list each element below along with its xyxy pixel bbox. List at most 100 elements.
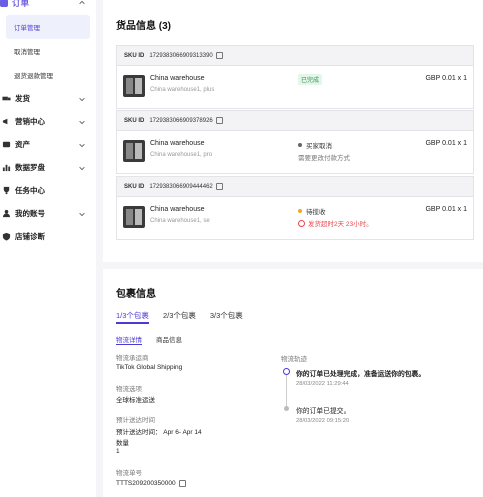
product-thumbnail xyxy=(123,140,145,162)
product-thumbnail xyxy=(123,206,145,228)
timeline-line xyxy=(286,375,287,410)
product-price: GBP 0.01 x 1 xyxy=(425,206,467,213)
sidebar-item-my-account[interactable]: 我的账号 xyxy=(0,202,96,225)
tracking-number-value: TTTS209200350000 xyxy=(116,480,176,487)
tracking-event: 你的订单已处理完成，准备运送你的包裹。 xyxy=(296,371,426,378)
chevron-down-icon xyxy=(76,162,88,174)
sidebar-item-assets[interactable]: 资产 xyxy=(0,133,96,156)
sidebar-item-label: 资产 xyxy=(15,140,30,149)
sidebar-item-task-center[interactable]: 任务中心 xyxy=(0,179,96,202)
tab-product-info[interactable]: 商品信息 xyxy=(156,334,182,345)
copy-icon[interactable] xyxy=(215,183,223,190)
product-price: GBP 0.01 x 1 xyxy=(425,75,467,82)
copy-icon[interactable] xyxy=(215,117,223,124)
product-name: China warehouse xyxy=(150,140,205,147)
tracking-event-time: 28/03/2022 11:29:44 xyxy=(296,381,349,387)
status-warning: 发货超时2天 23小时。 xyxy=(298,218,373,228)
status-badge: 已完成 xyxy=(298,74,323,85)
product-price: GBP 0.01 x 1 xyxy=(425,140,467,147)
product-variant: China warehouse1, plus xyxy=(150,87,215,93)
sidebar-item-label: 营销中心 xyxy=(15,117,45,126)
sidebar-item-label: 我的账号 xyxy=(15,209,45,218)
tab-package-2[interactable]: 2/3个包裹 xyxy=(163,310,196,324)
goods-card: 货品信息 (3) SKU ID 1729383066909313390 China… xyxy=(103,0,483,262)
wallet-icon xyxy=(1,140,11,150)
tab-logistics-details[interactable]: 物流详情 xyxy=(116,334,142,345)
goods-title: 货品信息 (3) xyxy=(116,21,171,32)
chart-icon xyxy=(1,163,11,173)
carrier-label: 物流承运商 xyxy=(116,355,149,362)
package-card xyxy=(103,269,483,497)
product-name: China warehouse xyxy=(150,206,205,213)
eta-value: 预计送达时间： Apr 6- Apr 14 xyxy=(116,429,202,436)
sku-id: 1729383066909313390 xyxy=(149,52,213,59)
chevron-down-icon xyxy=(76,139,88,151)
copy-icon[interactable] xyxy=(215,52,223,59)
tab-package-1[interactable]: 1/3个包裹 xyxy=(116,310,149,324)
product-name: China warehouse xyxy=(150,75,205,82)
tracking-number: TTTS209200350000 xyxy=(116,480,186,487)
status-label: 买家取消 xyxy=(298,140,332,150)
sidebar: 订单 订单管理 取消管理 退货退款管理 发货 营销中心 资产 数据罗盘 任务中心… xyxy=(0,0,96,497)
sidebar-item-label: 数据罗盘 xyxy=(15,163,45,172)
shield-icon xyxy=(1,232,11,242)
sidebar-item-store-diagnosis[interactable]: 店铺诊断 xyxy=(0,225,96,248)
status-detail: 需要更改付款方式 xyxy=(298,155,350,162)
sidebar-item-data-compass[interactable]: 数据罗盘 xyxy=(0,156,96,179)
main-content: 货品信息 (3) SKU ID 1729383066909313390 China… xyxy=(103,0,483,497)
status-label: 待揽收 xyxy=(298,206,326,216)
tab-package-3[interactable]: 3/3个包裹 xyxy=(210,310,243,324)
user-icon xyxy=(1,209,11,219)
sidebar-item-shipping[interactable]: 发货 xyxy=(0,87,96,110)
tracking-number-label: 物流单号 xyxy=(116,470,142,477)
sku-id: 1729383066909444462 xyxy=(149,183,213,190)
shipping-option-value: 全球标准运送 xyxy=(116,397,155,404)
product-variant: China warehouse1, se xyxy=(150,218,210,224)
chevron-up-icon xyxy=(76,0,88,9)
status-text: 买家取消 xyxy=(306,143,332,150)
product-thumbnail xyxy=(123,75,145,97)
quantity-label: 数量 xyxy=(116,440,129,447)
sku-id-label: SKU ID xyxy=(124,52,145,59)
timeline-dot xyxy=(284,406,289,411)
sku-block: SKU ID 1729383066909378926 China warehous… xyxy=(116,110,474,174)
sidebar-subitem-returns[interactable]: 退货退款管理 xyxy=(0,63,96,87)
tracking-event-time: 28/03/2022 09:15:20 xyxy=(296,418,350,424)
clock-warning-icon xyxy=(298,219,305,227)
copy-icon[interactable] xyxy=(178,480,186,487)
sku-id-label: SKU ID xyxy=(124,117,145,124)
sidebar-subitem-order-management[interactable]: 订单管理 xyxy=(6,15,90,39)
package-title: 包裹信息 xyxy=(116,289,156,300)
tracking-title: 物流轨迹 xyxy=(281,356,307,363)
timeline-dot-active xyxy=(283,368,290,375)
sidebar-item-label: 发货 xyxy=(15,94,30,103)
tracking-event: 你的订单已提交。 xyxy=(296,408,351,415)
sku-id-label: SKU ID xyxy=(124,183,145,190)
status-dot-icon xyxy=(298,209,302,213)
chevron-down-icon xyxy=(76,93,88,105)
sidebar-subitem-cancellation[interactable]: 取消管理 xyxy=(0,39,96,63)
sidebar-item-label: 店铺诊断 xyxy=(15,232,45,241)
product-variant: China warehouse1, pro xyxy=(150,152,213,158)
sidebar-item-marketing[interactable]: 营销中心 xyxy=(0,110,96,133)
sidebar-item-label: 订单 xyxy=(12,0,30,8)
status-text: 待揽收 xyxy=(306,209,326,216)
carrier-value: TikTok Global Shipping xyxy=(116,364,183,371)
order-icon xyxy=(0,0,8,7)
shipping-option-label: 物流选项 xyxy=(116,386,142,393)
chevron-down-icon xyxy=(76,208,88,220)
sku-block: SKU ID 1729383066909444462 China warehous… xyxy=(116,176,474,240)
package-tabs: 1/3个包裹 2/3个包裹 3/3个包裹 xyxy=(116,310,257,324)
package-subtabs: 物流详情 商品信息 xyxy=(116,334,196,345)
chevron-down-icon xyxy=(76,116,88,128)
trophy-icon xyxy=(1,186,11,196)
status-detail: 发货超时2天 23小时。 xyxy=(308,221,373,228)
sidebar-item-orders[interactable]: 订单 xyxy=(0,0,96,10)
status-dot-icon xyxy=(298,143,302,147)
megaphone-icon xyxy=(1,117,11,127)
eta-label: 预计送达时间 xyxy=(116,417,155,424)
quantity-value: 1 xyxy=(116,448,120,455)
sku-block: SKU ID 1729383066909313390 China warehous… xyxy=(116,45,474,109)
sku-id: 1729383066909378926 xyxy=(149,117,213,124)
truck-icon xyxy=(1,94,11,104)
